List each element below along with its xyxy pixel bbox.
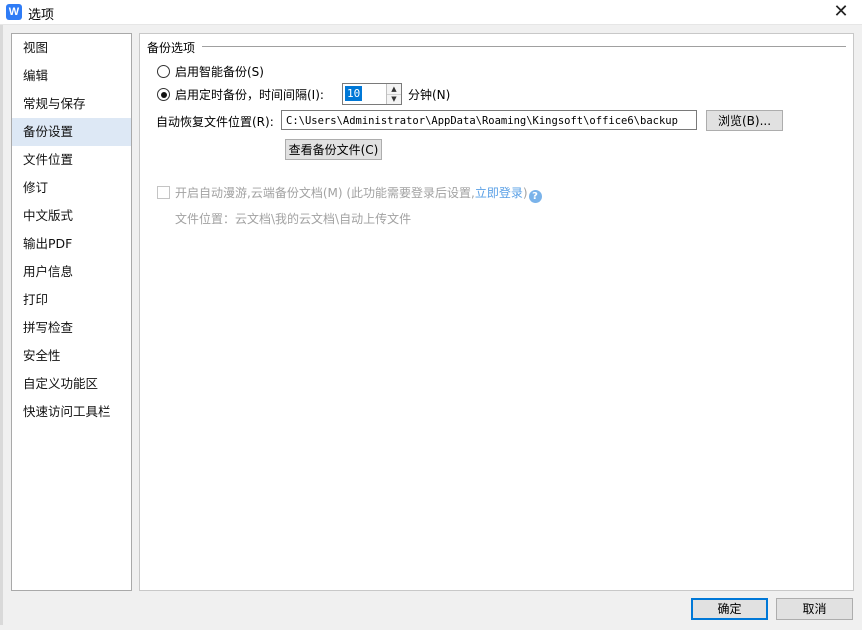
sidebar-item-print[interactable]: 打印: [12, 286, 131, 314]
window-edge: [0, 25, 3, 625]
chevron-down-icon[interactable]: ▼: [387, 94, 401, 104]
smart-backup-label[interactable]: 启用智能备份(S): [175, 63, 264, 80]
help-icon[interactable]: ?: [528, 190, 542, 203]
sidebar-item-spell-check[interactable]: 拼写检查: [12, 314, 131, 342]
sidebar-item-quick-access-toolbar[interactable]: 快速访问工具栏: [12, 398, 131, 426]
sidebar-item-file-location[interactable]: 文件位置: [12, 146, 131, 174]
sidebar-item-export-pdf[interactable]: 输出PDF: [12, 230, 131, 258]
browse-button[interactable]: 浏览(B)...: [706, 110, 783, 131]
smart-backup-radio[interactable]: [157, 65, 170, 78]
sidebar-item-general-save[interactable]: 常规与保存: [12, 90, 131, 118]
sidebar-item-backup-settings[interactable]: 备份设置: [12, 118, 131, 146]
wps-app-icon: W: [6, 4, 22, 20]
cloud-roaming-line: 开启自动漫游,云端备份文档(M) (此功能需要登录后设置,立即登录)?: [175, 184, 542, 203]
cancel-button[interactable]: 取消: [776, 598, 853, 620]
group-divider: [202, 46, 846, 47]
sidebar-item-view[interactable]: 视图: [12, 34, 131, 62]
timed-backup-radio[interactable]: [157, 88, 170, 101]
cloud-location-label: 文件位置：云文档\我的云文档\自动上传文件: [175, 212, 412, 226]
cloud-roaming-suffix: ): [522, 186, 528, 200]
sidebar-item-chinese-layout[interactable]: 中文版式: [12, 202, 131, 230]
view-backup-files-button[interactable]: 查看备份文件(C): [285, 139, 382, 160]
title-bar: W 选项 ✕: [0, 0, 862, 25]
sidebar-item-revision[interactable]: 修订: [12, 174, 131, 202]
timed-backup-label[interactable]: 启用定时备份，时间间隔(I):: [175, 86, 324, 103]
interval-unit-label: 分钟(N): [408, 88, 451, 102]
sidebar-item-user-info[interactable]: 用户信息: [12, 258, 131, 286]
sidebar-item-security[interactable]: 安全性: [12, 342, 131, 370]
backup-group-title: 备份选项: [147, 41, 196, 55]
stepper-buttons: ▲ ▼: [386, 84, 401, 104]
close-icon[interactable]: ✕: [828, 1, 854, 23]
options-sidebar: 视图 编辑 常规与保存 备份设置 文件位置 修订 中文版式 输出PDF 用户信息…: [11, 33, 132, 591]
interval-stepper[interactable]: 10 ▲ ▼: [342, 83, 402, 105]
login-link[interactable]: 立即登录: [475, 186, 523, 200]
sidebar-item-edit[interactable]: 编辑: [12, 62, 131, 90]
interval-value[interactable]: 10: [345, 86, 363, 101]
backup-settings-panel: 备份选项 启用智能备份(S) 启用定时备份，时间间隔(I): 10 ▲ ▼ 分钟…: [139, 33, 854, 591]
sidebar-item-customize-ribbon[interactable]: 自定义功能区: [12, 370, 131, 398]
window-title: 选项: [28, 8, 55, 23]
recovery-path-field[interactable]: C:\Users\Administrator\AppData\Roaming\K…: [281, 110, 697, 130]
cloud-roaming-label: 开启自动漫游,云端备份文档(M) (此功能需要登录后设置,: [175, 186, 475, 200]
ok-button[interactable]: 确定: [691, 598, 768, 620]
recovery-location-label: 自动恢复文件位置(R):: [156, 115, 274, 129]
cloud-roaming-checkbox[interactable]: [157, 186, 170, 199]
